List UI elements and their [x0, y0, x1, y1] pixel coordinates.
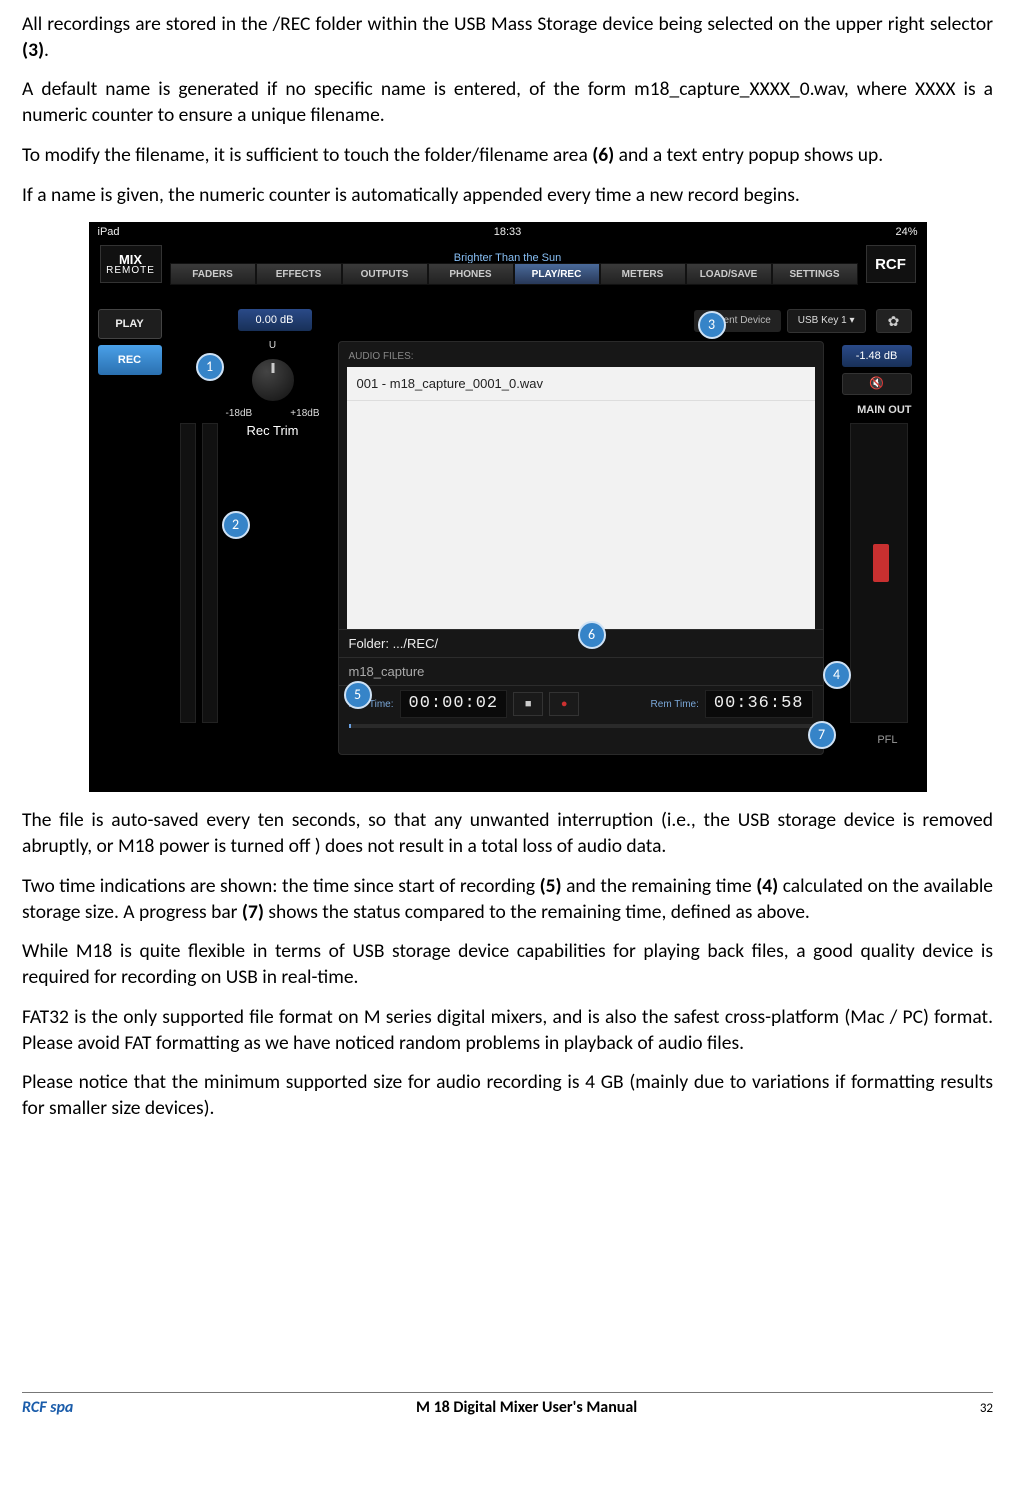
rem-time-value: 00:36:58	[705, 690, 813, 718]
callout-6: 6	[578, 621, 606, 649]
callout-5: 5	[344, 681, 372, 709]
text: and a text entry popup shows up.	[614, 143, 883, 167]
callout-7: 7	[808, 721, 836, 749]
text: .	[44, 38, 49, 62]
callout-4: 4	[823, 661, 851, 689]
page-footer: RCF spa M 18 Digital Mixer User's Manual…	[22, 1392, 993, 1418]
footer-company: RCF spa	[22, 1397, 73, 1418]
audio-files-header: AUDIO FILES:	[339, 342, 823, 366]
rec-time-value: 00:00:02	[400, 690, 508, 718]
main-fader[interactable]	[850, 423, 908, 723]
callout-2: 2	[222, 511, 250, 539]
rec-trim-scale: -18dB +18dB	[218, 407, 328, 420]
paragraph-8: FAT32 is the only supported file format …	[22, 1005, 993, 1056]
rec-button[interactable]: REC	[98, 345, 162, 375]
record-button[interactable]: ●	[549, 692, 579, 716]
play-button[interactable]: PLAY	[98, 309, 162, 339]
ipad-clock: 18:33	[494, 225, 522, 240]
rec-trim-max: +18dB	[290, 407, 319, 420]
paragraph-6: Two time indications are shown: the time…	[22, 874, 993, 925]
text: All recordings are stored in the /REC fo…	[22, 12, 993, 36]
paragraph-5: The file is auto-saved every ten seconds…	[22, 808, 993, 859]
ipad-battery: 24%	[895, 225, 917, 240]
rcf-logo: RCF	[866, 245, 916, 283]
text: Two time indications are shown: the time…	[22, 874, 540, 898]
rec-trim-control: U -18dB +18dB Rec Trim	[218, 339, 328, 439]
tab-meters[interactable]: METERS	[600, 263, 686, 285]
tab-outputs[interactable]: OUTPUTS	[342, 263, 428, 285]
rec-meter-left	[180, 423, 196, 723]
app-screenshot: iPad 18:33 24% Brighter Than the Sun MIX…	[89, 222, 927, 792]
footer-page-number: 32	[980, 1400, 993, 1417]
rec-meter-right	[202, 423, 218, 723]
paragraph-2: A default name is generated if no specif…	[22, 77, 993, 128]
transport-bar: Rec Time: 00:00:02 ■ ● Rem Time: 00:36:5…	[339, 685, 823, 722]
gear-icon[interactable]: ✿	[876, 309, 912, 333]
callout-ref-5: (5)	[540, 874, 562, 898]
ipad-status-bar: iPad 18:33 24%	[90, 223, 926, 241]
callout-3: 3	[698, 311, 726, 339]
device-selector[interactable]: USB Key 1 ▾	[787, 309, 866, 332]
rec-trim-title: Rec Trim	[218, 422, 328, 439]
text: To modify the filename, it is sufficient…	[22, 143, 592, 167]
rec-trim-knob[interactable]	[250, 357, 296, 403]
tab-loadsave[interactable]: LOAD/SAVE	[686, 263, 772, 285]
footer-title: M 18 Digital Mixer User's Manual	[416, 1397, 637, 1418]
main-nav: FADERS EFFECTS OUTPUTS PHONES PLAY/REC M…	[170, 263, 858, 285]
progress-bar	[349, 724, 813, 728]
stop-button[interactable]: ■	[513, 692, 543, 716]
callout-1: 1	[196, 353, 224, 381]
tab-playrec[interactable]: PLAY/REC	[514, 263, 600, 285]
tab-settings[interactable]: SETTINGS	[772, 263, 858, 285]
audio-file-list[interactable]: 001 - m18_capture_0001_0.wav	[347, 367, 815, 629]
paragraph-3: To modify the filename, it is sufficient…	[22, 143, 993, 169]
callout-ref-4: (4)	[756, 874, 778, 898]
main-db-readout[interactable]: -1.48 dB	[842, 345, 912, 367]
callout-ref-7: (7)	[242, 900, 264, 924]
rem-time-label: Rem Time:	[651, 698, 699, 711]
text: shows the status compared to the remaini…	[264, 900, 810, 924]
rec-trim-u: U	[218, 339, 328, 352]
screenshot-figure: iPad 18:33 24% Brighter Than the Sun MIX…	[89, 222, 927, 792]
mixremote-logo: MIX REMOTE	[100, 245, 162, 283]
paragraph-1: All recordings are stored in the /REC fo…	[22, 12, 993, 63]
main-out-label: MAIN OUT	[857, 403, 911, 418]
filename-field[interactable]: m18_capture	[339, 657, 823, 685]
tab-faders[interactable]: FADERS	[170, 263, 256, 285]
paragraph-7: While M18 is quite flexible in terms of …	[22, 939, 993, 990]
file-panel: AUDIO FILES: 001 - m18_capture_0001_0.wa…	[338, 341, 824, 755]
gain-readout[interactable]: 0.00 dB	[238, 309, 312, 331]
ipad-label: iPad	[98, 225, 120, 240]
logo-line1: MIX	[119, 253, 142, 266]
tab-phones[interactable]: PHONES	[428, 263, 514, 285]
paragraph-4: If a name is given, the numeric counter …	[22, 183, 993, 209]
pfl-label: PFL	[877, 733, 897, 748]
text: and the remaining time	[562, 874, 757, 898]
callout-ref-6: (6)	[592, 143, 614, 167]
rec-trim-min: -18dB	[226, 407, 253, 420]
callout-ref-3: (3)	[22, 38, 44, 62]
audio-file-item[interactable]: 001 - m18_capture_0001_0.wav	[347, 367, 815, 401]
mute-icon[interactable]: 🔇	[842, 373, 912, 395]
paragraph-9: Please notice that the minimum supported…	[22, 1070, 993, 1121]
logo-line2: REMOTE	[106, 266, 155, 276]
tab-effects[interactable]: EFFECTS	[256, 263, 342, 285]
